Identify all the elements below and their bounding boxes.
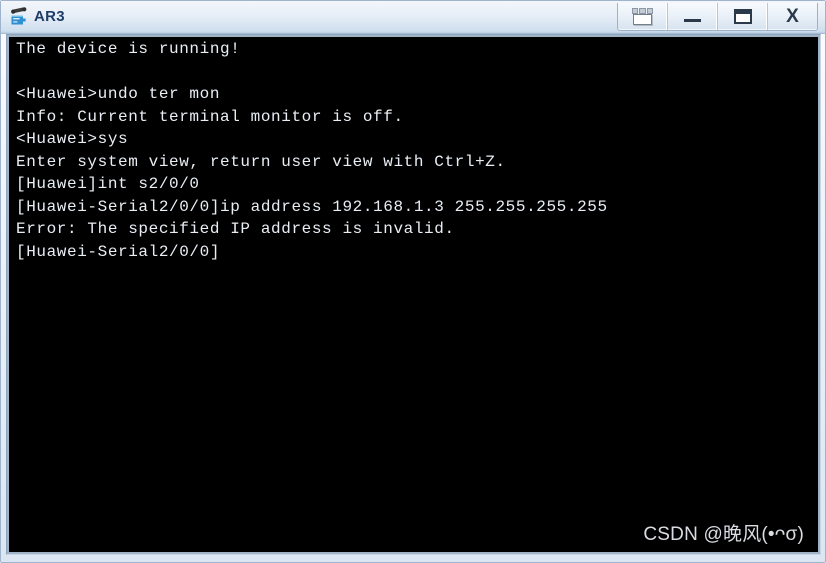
maximize-icon (733, 9, 752, 24)
tile-windows-icon (632, 8, 653, 25)
terminal-output: The device is running! <Huawei>undo ter … (16, 38, 818, 263)
terminal-line: <Huawei>sys (16, 130, 129, 148)
terminal-line: [Huawei-Serial2/0/0]ip address 192.168.1… (16, 197, 608, 216)
terminal-window: AR3 X The device is running! <Huawei>und… (0, 0, 826, 563)
terminal-line: <Huawei>undo ter mon (16, 85, 221, 103)
window-controls: X (617, 3, 818, 31)
terminal-console[interactable]: The device is running! <Huawei>undo ter … (9, 37, 818, 552)
tile-windows-button[interactable] (618, 3, 668, 30)
terminal-frame: The device is running! <Huawei>undo ter … (6, 34, 821, 555)
titlebar[interactable]: AR3 X (1, 1, 825, 34)
terminal-line: Error: The specified IP address is inval… (16, 220, 455, 238)
minimize-button[interactable] (668, 3, 718, 30)
router-icon (8, 6, 30, 28)
terminal-line: The device is running! (16, 40, 241, 58)
terminal-prompt-line: [Huawei-Serial2/0/0] (16, 242, 221, 261)
watermark: CSDN @晚风(•ᴖσ) (643, 524, 804, 545)
terminal-line: Info: Current terminal monitor is off. (16, 107, 404, 126)
minimize-icon (684, 12, 701, 22)
close-button[interactable]: X (768, 3, 817, 30)
maximize-button[interactable] (718, 3, 768, 30)
window-title: AR3 (34, 8, 65, 25)
close-icon: X (786, 6, 799, 27)
terminal-line: [Huawei]int s2/0/0 (16, 175, 200, 193)
terminal-line: Enter system view, return user view with… (16, 152, 506, 171)
